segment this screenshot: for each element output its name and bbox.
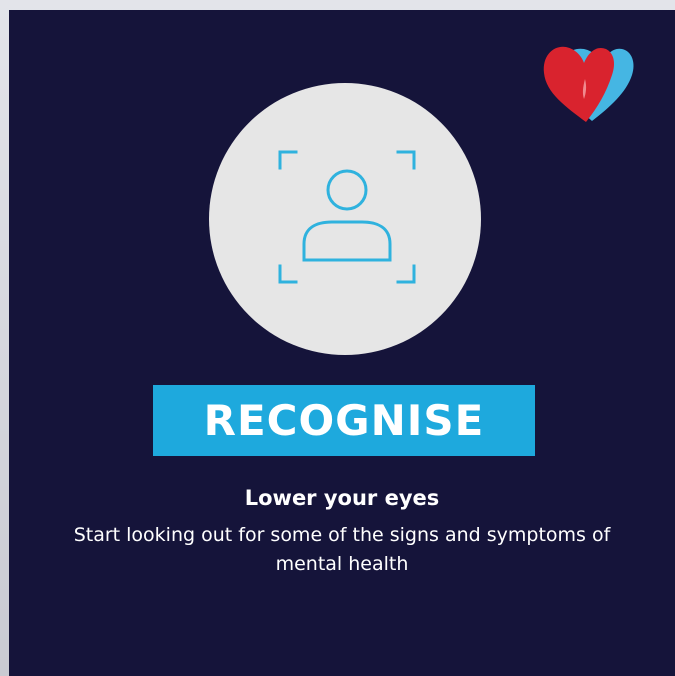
card-body-text: Start looking out for some of the signs … bbox=[73, 524, 611, 575]
heart-logo-icon bbox=[543, 46, 634, 122]
card-title: RECOGNISE bbox=[203, 395, 485, 445]
card-subtitle: Lower your eyes bbox=[244, 486, 440, 510]
title-banner: RECOGNISE bbox=[153, 385, 535, 456]
face-scan-icon bbox=[278, 150, 416, 284]
